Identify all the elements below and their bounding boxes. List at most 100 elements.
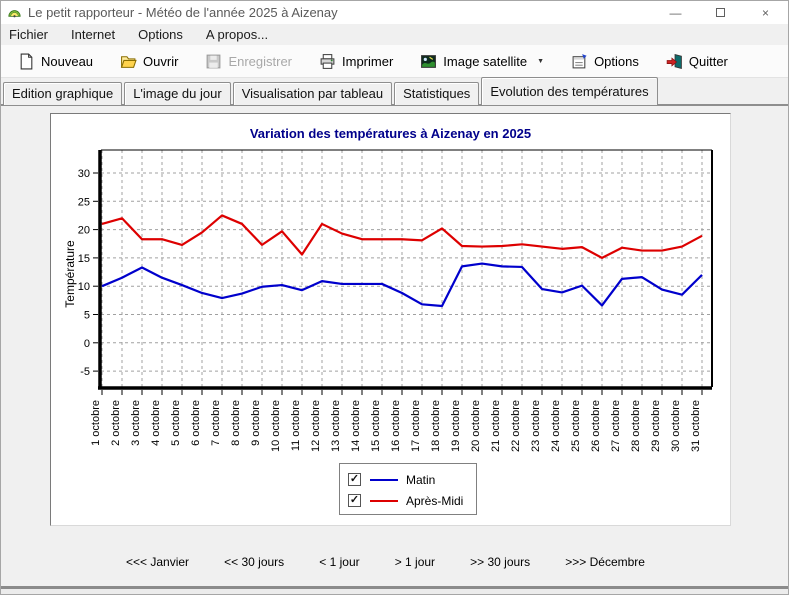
svg-text:1 octobre: 1 octobre [90,400,102,446]
svg-text:23 octobre: 23 octobre [530,400,542,452]
svg-text:27 octobre: 27 octobre [610,400,622,452]
svg-text:25 octobre: 25 octobre [570,400,582,452]
matin-line-swatch [370,478,398,481]
svg-text:19 octobre: 19 octobre [450,400,462,452]
svg-text:20: 20 [78,225,90,237]
new-button[interactable]: Nouveau [11,49,100,74]
tab-image-du-jour[interactable]: L'image du jour [124,82,231,105]
svg-text:28 octobre: 28 octobre [630,400,642,452]
svg-text:9 octobre: 9 octobre [250,400,262,446]
save-button-label: Enregistrer [228,53,293,69]
apres-midi-label: Après-Midi [406,493,464,508]
y-axis-title: Température [63,240,77,308]
quit-door-icon [666,53,682,69]
menubar: Fichier Internet Options A propos... [1,24,788,45]
menu-item-a-propos[interactable]: A propos... [206,25,279,44]
svg-text:15 octobre: 15 octobre [370,400,382,452]
chart-legend: ✓ Matin ✓ Après-Midi [339,463,477,515]
svg-text:8 octobre: 8 octobre [230,400,242,446]
close-icon: × [761,5,769,20]
close-button[interactable]: × [743,1,788,24]
svg-text:5 octobre: 5 octobre [170,400,182,446]
matin-label: Matin [406,472,436,487]
printer-icon [320,53,335,69]
svg-text:4 octobre: 4 octobre [150,400,162,446]
menu-item-fichier[interactable]: Fichier [9,25,59,44]
svg-text:7 octobre: 7 octobre [210,400,222,446]
satellite-image-icon [421,54,437,68]
app-window: Le petit rapporteur - Météo de l'année 2… [0,0,789,595]
svg-text:0: 0 [84,338,90,350]
toolbar: Nouveau Ouvrir Enregistrer Imprimer Imag… [1,45,788,78]
svg-text:14 octobre: 14 octobre [350,400,362,452]
titlebar: Le petit rapporteur - Météo de l'année 2… [1,1,788,24]
nav-forward-30-jours-link[interactable]: >> 30 jours [470,555,530,569]
nav-janvier-link[interactable]: <<< Janvier [126,555,189,569]
quit-button-label: Quitter [688,53,728,69]
svg-text:3 octobre: 3 octobre [130,400,142,446]
svg-text:29 octobre: 29 octobre [650,400,662,452]
open-button-label: Ouvrir [143,53,179,69]
app-icon [8,10,21,18]
matin-checkbox[interactable]: ✓ [348,473,361,486]
svg-text:21 octobre: 21 octobre [490,400,502,452]
x-tick-labels: 1 octobre 2 octobre 3 octobre 4 octobre 5 oc… [90,390,703,452]
new-button-label: Nouveau [41,53,94,69]
svg-text:31 octobre: 31 octobre [690,400,702,452]
chart-panel: Variation des températures à Aizenay en … [50,113,731,526]
maximize-button[interactable] [698,1,743,24]
satellite-image-button[interactable]: Image satellite ▼ [413,49,551,74]
satellite-image-button-label: Image satellite [443,53,528,69]
nav-decembre-link[interactable]: >>> Décembre [565,555,645,569]
svg-text:12 octobre: 12 octobre [310,400,322,452]
menu-item-options[interactable]: Options [138,25,194,44]
tab-edition-graphique[interactable]: Edition graphique [3,82,123,105]
window-title: Le petit rapporteur - Météo de l'année 2… [28,5,338,20]
tab-strip: Edition graphique L'image du jour Visual… [1,77,788,105]
options-button-label: Options [594,53,639,69]
svg-text:5: 5 [84,310,90,322]
svg-text:30 octobre: 30 octobre [670,400,682,452]
svg-text:13 octobre: 13 octobre [330,400,342,452]
legend-row-apres-midi: ✓ Après-Midi [348,490,476,511]
window-controls: — × [653,1,788,24]
open-button[interactable]: Ouvrir [113,49,185,74]
legend-row-matin: ✓ Matin [348,469,476,490]
svg-text:15: 15 [78,253,90,265]
svg-text:16 octobre: 16 octobre [390,400,402,452]
print-button[interactable]: Imprimer [312,49,400,74]
chart-axes [98,149,713,390]
maximize-icon [716,8,725,17]
svg-text:17 octobre: 17 octobre [410,400,422,452]
svg-text:-5: -5 [80,366,90,378]
dropdown-arrow-icon[interactable]: ▼ [537,58,544,65]
svg-text:30: 30 [78,168,90,180]
save-button[interactable]: Enregistrer [198,49,299,74]
tab-evolution-des-temperatures[interactable]: Evolution des températures [481,77,658,105]
svg-text:26 octobre: 26 octobre [590,400,602,452]
svg-text:18 octobre: 18 octobre [430,400,442,452]
svg-text:22 octobre: 22 octobre [510,400,522,452]
svg-text:24 octobre: 24 octobre [550,400,562,452]
svg-text:10 octobre: 10 octobre [270,400,282,452]
nav-back-30-jours-link[interactable]: << 30 jours [224,555,284,569]
date-navigation: <<< Janvier << 30 jours < 1 jour > 1 jou… [126,555,645,569]
new-document-icon [20,53,33,69]
menu-item-internet[interactable]: Internet [71,25,126,44]
svg-text:20 octobre: 20 octobre [470,400,482,452]
open-folder-icon [120,55,137,68]
svg-text:2 octobre: 2 octobre [110,400,122,446]
quit-button[interactable]: Quitter [659,49,735,74]
save-icon [207,54,221,68]
minimize-icon: — [669,5,682,20]
minimize-button[interactable]: — [653,1,698,24]
tab-statistiques[interactable]: Statistiques [394,82,480,105]
tab-page-content: Variation des températures à Aizenay en … [1,106,788,588]
nav-back-1-jour-link[interactable]: < 1 jour [319,555,359,569]
svg-text:25: 25 [78,196,90,208]
options-button[interactable]: Options [564,49,646,74]
apres-midi-checkbox[interactable]: ✓ [348,494,361,507]
nav-forward-1-jour-link[interactable]: > 1 jour [395,555,435,569]
chart-grid [101,150,712,387]
tab-visualisation-par-tableau[interactable]: Visualisation par tableau [232,82,393,105]
